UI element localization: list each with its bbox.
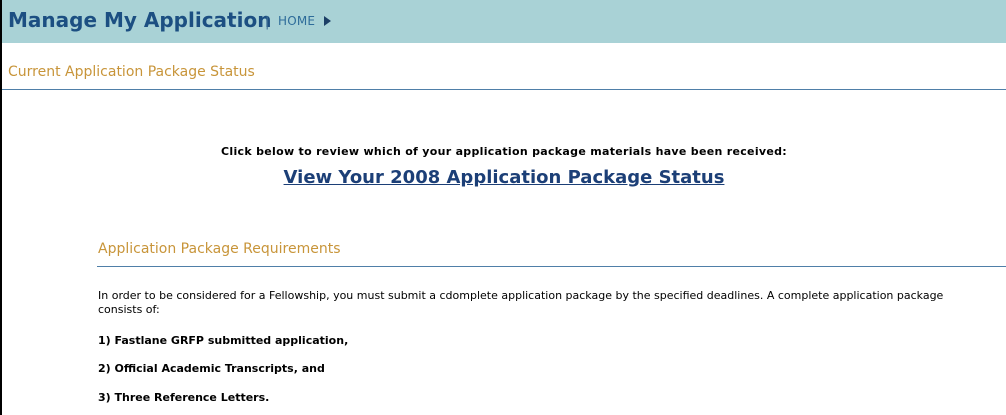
status-section-title: Current Application Package Status <box>8 64 255 80</box>
app-title: Manage My Application <box>8 8 272 32</box>
requirements-intro-text: In order to be considered for a Fellowsh… <box>98 289 944 316</box>
status-section-divider <box>2 89 1006 90</box>
requirements-section-divider <box>97 266 1006 267</box>
review-prompt-text: Click below to review which of your appl… <box>221 145 787 158</box>
breadcrumb-separator: | <box>265 15 270 30</box>
home-link[interactable]: HOME <box>278 14 315 28</box>
status-link-row: View Your 2008 Application Package Statu… <box>2 167 1006 188</box>
requirement-item: 1) Fastlane GRFP submitted application, <box>98 334 349 347</box>
header-bar: Manage My Application | HOME <box>2 0 1006 43</box>
page-frame: Manage My Application | HOME Current App… <box>0 0 1006 415</box>
requirements-section-title: Application Package Requirements <box>98 241 341 257</box>
caret-right-icon[interactable] <box>324 16 331 26</box>
view-application-status-link[interactable]: View Your 2008 Application Package Statu… <box>284 167 725 188</box>
requirement-item: 3) Three Reference Letters. <box>98 391 270 404</box>
requirement-item: 2) Official Academic Transcripts, and <box>98 362 325 375</box>
